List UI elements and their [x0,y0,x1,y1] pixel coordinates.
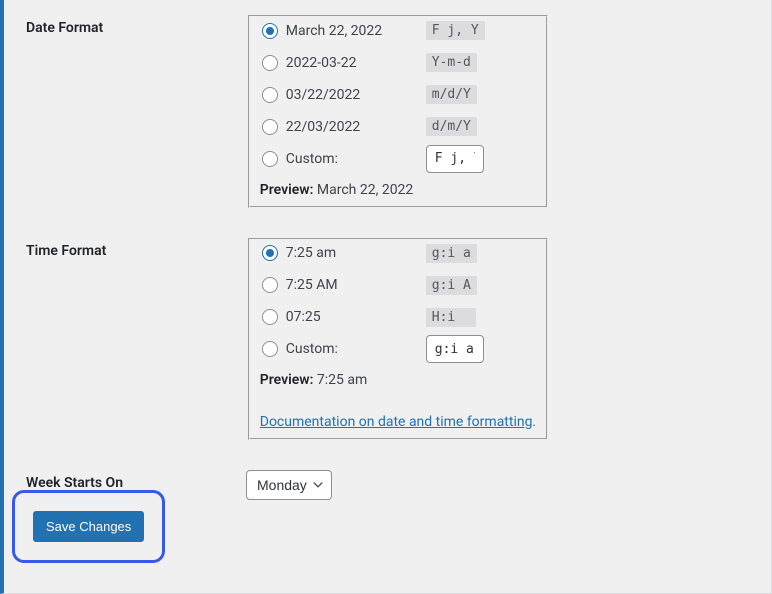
time-format-option[interactable]: 07:25H:i [260,308,536,326]
date-time-docs-link[interactable]: Documentation on date and time formattin… [260,414,533,430]
date-format-display: 03/22/2022 [286,87,426,103]
time-format-option[interactable]: 7:25 AMg:i A [260,276,536,294]
time-format-code: g:i A [426,276,477,295]
date-format-custom-option[interactable]: Custom: [260,150,536,168]
time-format-display: 7:25 AM [286,277,426,293]
time-format-radio[interactable] [262,309,278,325]
time-format-code: g:i a [426,244,477,263]
time-format-display: 7:25 am [286,245,426,261]
time-format-fieldset: 7:25 amg:i a7:25 AMg:i A07:25H:iCustom:P… [248,238,548,441]
date-format-option[interactable]: 2022-03-22Y-m-d [260,54,536,72]
time-format-custom-option[interactable]: Custom: [260,340,536,358]
date-format-custom-label: Custom: [286,151,426,167]
date-format-display: 22/03/2022 [286,119,426,135]
time-format-custom-radio[interactable] [262,341,278,357]
date-format-code: Y-m-d [426,53,477,72]
date-format-radio[interactable] [262,119,278,135]
time-format-display: 07:25 [286,309,426,325]
date-format-option[interactable]: 03/22/2022m/d/Y [260,86,536,104]
time-format-code: H:i [426,308,476,327]
date-format-row: Date Format March 22, 2022F j, Y2022-03-… [4,0,560,223]
date-format-option[interactable]: 22/03/2022d/m/Y [260,118,536,136]
time-format-preview: Preview: 7:25 am [260,372,536,388]
date-format-radio[interactable] [262,87,278,103]
date-format-radio[interactable] [262,23,278,39]
date-format-code: m/d/Y [426,85,477,104]
time-format-custom-input[interactable] [426,335,484,363]
time-format-row: Time Format 7:25 amg:i a7:25 AMg:i A07:2… [4,223,560,456]
date-format-radio[interactable] [262,55,278,71]
save-changes-button[interactable]: Save Changes [33,511,144,542]
date-format-code: F j, Y [426,21,485,40]
time-format-radio[interactable] [262,245,278,261]
date-format-preview-label: Preview: [260,182,314,198]
date-format-code: d/m/Y [426,117,477,136]
week-starts-on-select[interactable]: Monday [246,470,332,500]
date-format-display: 2022-03-22 [286,55,426,71]
date-format-label: Date Format [4,0,236,223]
time-format-label: Time Format [4,223,236,456]
time-format-custom-label: Custom: [286,341,426,357]
date-format-preview: Preview: March 22, 2022 [260,182,536,198]
date-format-custom-radio[interactable] [262,151,278,167]
time-format-preview-label: Preview: [260,372,314,388]
date-format-option[interactable]: March 22, 2022F j, Y [260,22,536,40]
date-format-display: March 22, 2022 [286,23,426,39]
date-format-fieldset: March 22, 2022F j, Y2022-03-22Y-m-d03/22… [248,15,548,208]
save-highlight: Save Changes [12,490,165,563]
date-format-custom-input[interactable] [426,145,484,173]
time-format-radio[interactable] [262,277,278,293]
time-format-option[interactable]: 7:25 amg:i a [260,244,536,262]
